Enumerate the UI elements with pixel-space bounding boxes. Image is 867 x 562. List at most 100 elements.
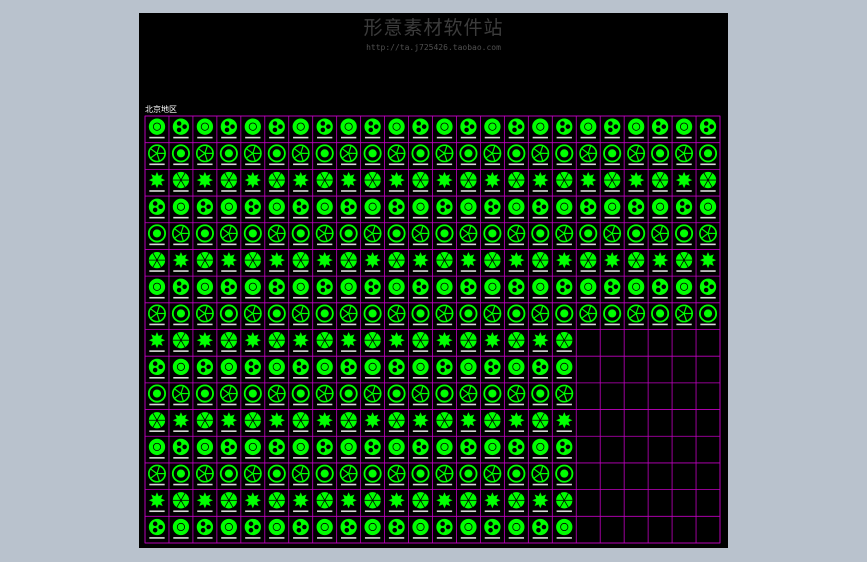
tree-symbol-icon[interactable] xyxy=(339,144,358,166)
tree-symbol-icon[interactable] xyxy=(411,384,430,406)
tree-symbol-icon[interactable] xyxy=(388,198,405,219)
tree-symbol-icon[interactable] xyxy=(556,278,573,299)
tree-symbol-icon[interactable] xyxy=(628,198,645,219)
tree-symbol-icon[interactable] xyxy=(243,144,262,166)
tree-symbol-icon[interactable] xyxy=(316,412,333,432)
tree-symbol-icon[interactable] xyxy=(531,224,550,246)
tree-symbol-icon[interactable] xyxy=(412,518,429,539)
tree-symbol-icon[interactable] xyxy=(579,224,598,246)
tree-symbol-icon[interactable] xyxy=(171,304,190,326)
tree-symbol-icon[interactable] xyxy=(604,198,621,219)
tree-symbol-icon[interactable] xyxy=(291,144,310,166)
tree-symbol-icon[interactable] xyxy=(555,384,574,406)
tree-symbol-icon[interactable] xyxy=(315,304,334,326)
tree-symbol-icon[interactable] xyxy=(556,492,573,513)
tree-symbol-icon[interactable] xyxy=(675,278,693,299)
tree-symbol-icon[interactable] xyxy=(339,384,358,406)
tree-symbol-icon[interactable] xyxy=(316,278,333,299)
tree-symbol-icon[interactable] xyxy=(340,332,357,352)
tree-symbol-icon[interactable] xyxy=(363,224,382,246)
tree-symbol-icon[interactable] xyxy=(603,224,622,246)
tree-symbol-icon[interactable] xyxy=(459,304,478,326)
tree-symbol-icon[interactable] xyxy=(484,278,501,299)
tree-symbol-icon[interactable] xyxy=(172,412,190,432)
tree-symbol-icon[interactable] xyxy=(507,464,526,486)
tree-symbol-icon[interactable] xyxy=(508,171,525,192)
tree-symbol-icon[interactable] xyxy=(316,492,333,513)
tree-symbol-icon[interactable] xyxy=(196,251,214,272)
tree-symbol-icon[interactable] xyxy=(387,224,406,246)
tree-symbol-icon[interactable] xyxy=(172,332,190,352)
tree-symbol-icon[interactable] xyxy=(219,224,238,246)
tree-symbol-icon[interactable] xyxy=(291,464,310,486)
tree-symbol-icon[interactable] xyxy=(436,332,453,352)
tree-symbol-icon[interactable] xyxy=(196,171,213,192)
tree-symbol-icon[interactable] xyxy=(364,252,381,272)
tree-symbol-icon[interactable] xyxy=(244,278,261,299)
tree-symbol-icon[interactable] xyxy=(363,384,382,406)
tree-symbol-icon[interactable] xyxy=(388,518,405,539)
tree-symbol-icon[interactable] xyxy=(651,118,669,139)
tree-symbol-icon[interactable] xyxy=(651,171,669,192)
tree-symbol-icon[interactable] xyxy=(244,171,261,192)
tree-symbol-icon[interactable] xyxy=(436,438,453,459)
tree-symbol-icon[interactable] xyxy=(339,304,358,326)
tree-symbol-icon[interactable] xyxy=(364,412,381,432)
tree-symbol-icon[interactable] xyxy=(555,224,574,246)
tree-symbol-icon[interactable] xyxy=(532,492,549,513)
tree-symbol-icon[interactable] xyxy=(268,332,285,352)
tree-symbol-icon[interactable] xyxy=(507,304,526,326)
tree-symbol-icon[interactable] xyxy=(268,518,285,539)
cad-viewport[interactable]: 形意素材软件站 http://ta.j725426.taobao.com 北京地… xyxy=(139,13,728,548)
tree-symbol-icon[interactable] xyxy=(387,144,406,166)
tree-symbol-icon[interactable] xyxy=(243,224,262,246)
tree-symbol-icon[interactable] xyxy=(171,224,190,246)
tree-symbol-icon[interactable] xyxy=(412,252,429,272)
tree-symbol-icon[interactable] xyxy=(340,518,357,539)
tree-symbol-icon[interactable] xyxy=(555,464,574,486)
tree-symbol-icon[interactable] xyxy=(172,358,190,379)
tree-symbol-icon[interactable] xyxy=(339,224,358,246)
tree-symbol-icon[interactable] xyxy=(435,464,454,486)
tree-symbol-icon[interactable] xyxy=(604,252,621,272)
tree-symbol-icon[interactable] xyxy=(604,278,621,299)
tree-symbol-icon[interactable] xyxy=(292,198,309,219)
tree-symbol-icon[interactable] xyxy=(148,171,166,192)
tree-symbol-icon[interactable] xyxy=(364,278,381,299)
tree-symbol-icon[interactable] xyxy=(579,304,598,326)
tree-symbol-icon[interactable] xyxy=(220,171,237,192)
tree-symbol-icon[interactable] xyxy=(172,438,190,459)
tree-symbol-icon[interactable] xyxy=(220,332,237,352)
tree-symbol-icon[interactable] xyxy=(699,278,717,299)
tree-symbol-icon[interactable] xyxy=(556,332,573,352)
tree-symbol-icon[interactable] xyxy=(364,518,381,539)
tree-symbol-icon[interactable] xyxy=(556,438,573,459)
tree-symbol-icon[interactable] xyxy=(267,384,286,406)
tree-symbol-icon[interactable] xyxy=(604,118,621,139)
tree-symbol-icon[interactable] xyxy=(483,384,502,406)
tree-symbol-icon[interactable] xyxy=(508,358,525,379)
tree-symbol-icon[interactable] xyxy=(363,464,382,486)
tree-symbol-icon[interactable] xyxy=(388,171,405,192)
tree-symbol-icon[interactable] xyxy=(292,518,309,539)
tree-symbol-icon[interactable] xyxy=(172,171,190,192)
tree-symbol-icon[interactable] xyxy=(172,252,190,272)
tree-symbol-icon[interactable] xyxy=(196,278,214,299)
tree-symbol-icon[interactable] xyxy=(459,224,478,246)
tree-symbol-icon[interactable] xyxy=(171,144,190,166)
tree-symbol-icon[interactable] xyxy=(508,332,525,352)
tree-symbol-icon[interactable] xyxy=(460,412,477,432)
tree-symbol-icon[interactable] xyxy=(627,224,646,246)
tree-symbol-icon[interactable] xyxy=(435,144,454,166)
tree-symbol-icon[interactable] xyxy=(388,492,405,513)
tree-symbol-icon[interactable] xyxy=(460,492,477,513)
tree-symbol-icon[interactable] xyxy=(460,358,477,379)
tree-symbol-icon[interactable] xyxy=(508,118,525,139)
tree-symbol-icon[interactable] xyxy=(675,144,694,166)
tree-symbol-icon[interactable] xyxy=(340,492,357,513)
tree-symbol-icon[interactable] xyxy=(484,518,501,539)
tree-symbol-icon[interactable] xyxy=(412,198,429,219)
tree-symbol-icon[interactable] xyxy=(531,304,550,326)
tree-symbol-icon[interactable] xyxy=(436,492,453,513)
tree-symbol-icon[interactable] xyxy=(532,412,549,432)
